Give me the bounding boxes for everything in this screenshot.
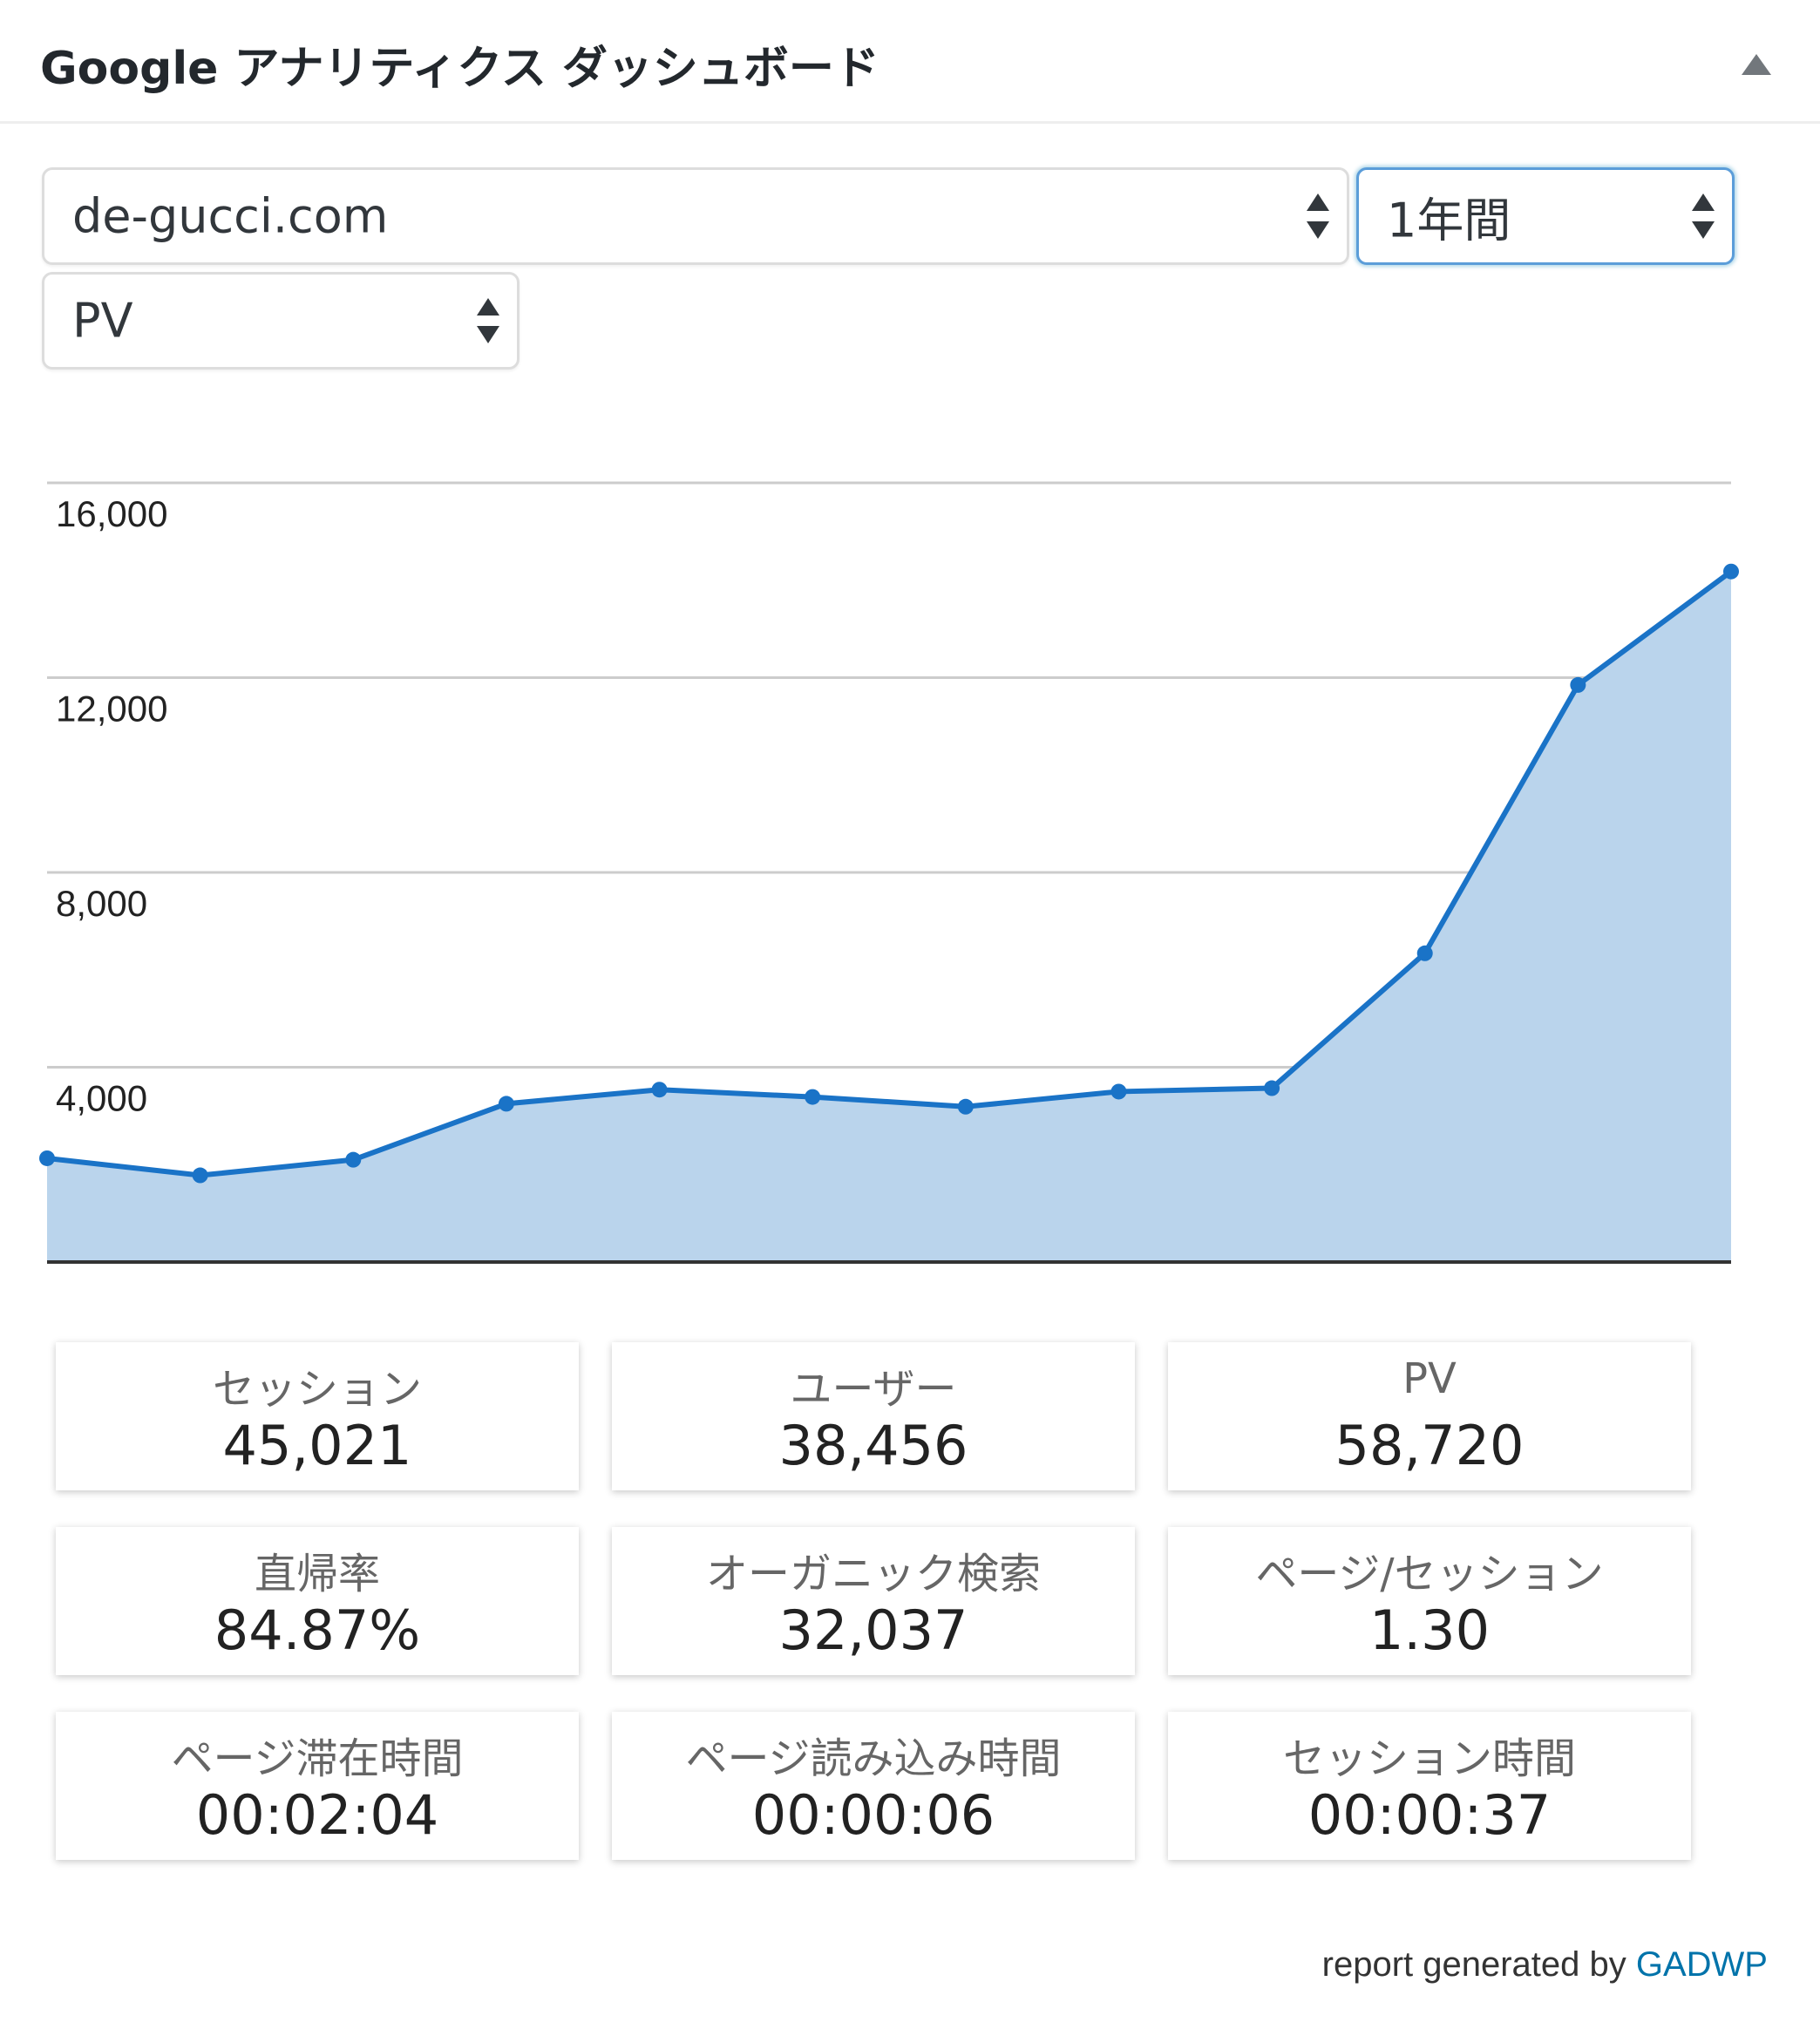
property-select[interactable]: de-gucci.com <box>42 167 1349 265</box>
data-point <box>805 1089 821 1105</box>
stat-box: ページ滞在時間 00:02:04 <box>56 1712 579 1860</box>
select-arrows-icon <box>1690 192 1716 241</box>
metric-select[interactable]: PV <box>42 272 520 370</box>
gadwp-link[interactable]: GADWP <box>1636 1945 1768 1984</box>
data-point <box>1723 563 1739 580</box>
stat-label: ページ読み込み時間 <box>685 1734 1062 1783</box>
stat-label: PV <box>1402 1354 1457 1403</box>
y-tick-label: 12,000 <box>56 689 167 729</box>
stat-value: 45,021 <box>222 1414 412 1477</box>
data-point <box>345 1151 362 1168</box>
stat-value: 84.87% <box>214 1598 421 1662</box>
property-select-value: de-gucci.com <box>72 188 389 244</box>
data-point <box>192 1167 208 1184</box>
stat-value: 00:00:37 <box>1307 1783 1552 1847</box>
data-point <box>1416 945 1433 961</box>
widget-header: Google アナリティクス ダッシュボード <box>0 0 1820 124</box>
stat-value: 38,456 <box>778 1414 968 1477</box>
stat-label: ページ滞在時間 <box>171 1734 464 1783</box>
stat-value: 00:02:04 <box>195 1783 439 1847</box>
stat-label: ユーザー <box>790 1365 957 1414</box>
stat-label: セッション時間 <box>1282 1734 1576 1783</box>
data-point <box>1264 1080 1280 1096</box>
stat-label: 直帰率 <box>254 1550 380 1598</box>
stat-label: セッション <box>212 1365 422 1414</box>
data-point <box>498 1096 514 1112</box>
stat-box: セッション時間 00:00:37 <box>1168 1712 1691 1860</box>
stat-box: ページ/セッション 1.30 <box>1168 1527 1691 1675</box>
stat-box: PV 58,720 <box>1168 1342 1691 1490</box>
stat-box: オーガニック検索 32,037 <box>612 1527 1135 1675</box>
report-footer: report generated by GADWP <box>1322 1945 1768 1985</box>
stat-box: セッション 45,021 <box>56 1342 579 1490</box>
data-point <box>957 1098 974 1115</box>
metric-select-value: PV <box>72 293 133 349</box>
stat-value: 1.30 <box>1368 1598 1491 1662</box>
stat-box: 直帰率 84.87% <box>56 1527 579 1675</box>
stat-label: オーガニック検索 <box>705 1550 1041 1598</box>
data-point <box>651 1082 668 1098</box>
pageviews-area-chart: 16,000 12,000 8,000 4,000 <box>39 481 1739 1264</box>
stat-value: 58,720 <box>1334 1414 1525 1477</box>
period-select[interactable]: 1年間 <box>1356 167 1735 265</box>
stat-box: ユーザー 38,456 <box>612 1342 1135 1490</box>
data-point <box>1110 1083 1127 1100</box>
area-fill <box>47 571 1731 1262</box>
widget-title: Google アナリティクス ダッシュボード <box>40 43 879 95</box>
triangle-up-icon <box>1742 54 1771 75</box>
stat-value: 00:00:06 <box>751 1783 995 1847</box>
stat-value: 32,037 <box>778 1598 968 1662</box>
y-tick-label: 4,000 <box>56 1078 147 1119</box>
select-arrows-icon <box>1305 192 1331 241</box>
footer-prefix: report generated by <box>1321 1945 1636 1984</box>
data-point <box>1570 676 1586 693</box>
collapse-toggle-button[interactable] <box>1735 44 1778 87</box>
period-select-value: 1年間 <box>1387 193 1511 248</box>
y-tick-label: 16,000 <box>56 493 167 534</box>
data-point <box>39 1150 55 1166</box>
y-tick-label: 8,000 <box>56 883 147 924</box>
stat-box: ページ読み込み時間 00:00:06 <box>612 1712 1135 1860</box>
stat-label: ページ/セッション <box>1255 1550 1604 1598</box>
select-arrows-icon <box>475 296 501 345</box>
